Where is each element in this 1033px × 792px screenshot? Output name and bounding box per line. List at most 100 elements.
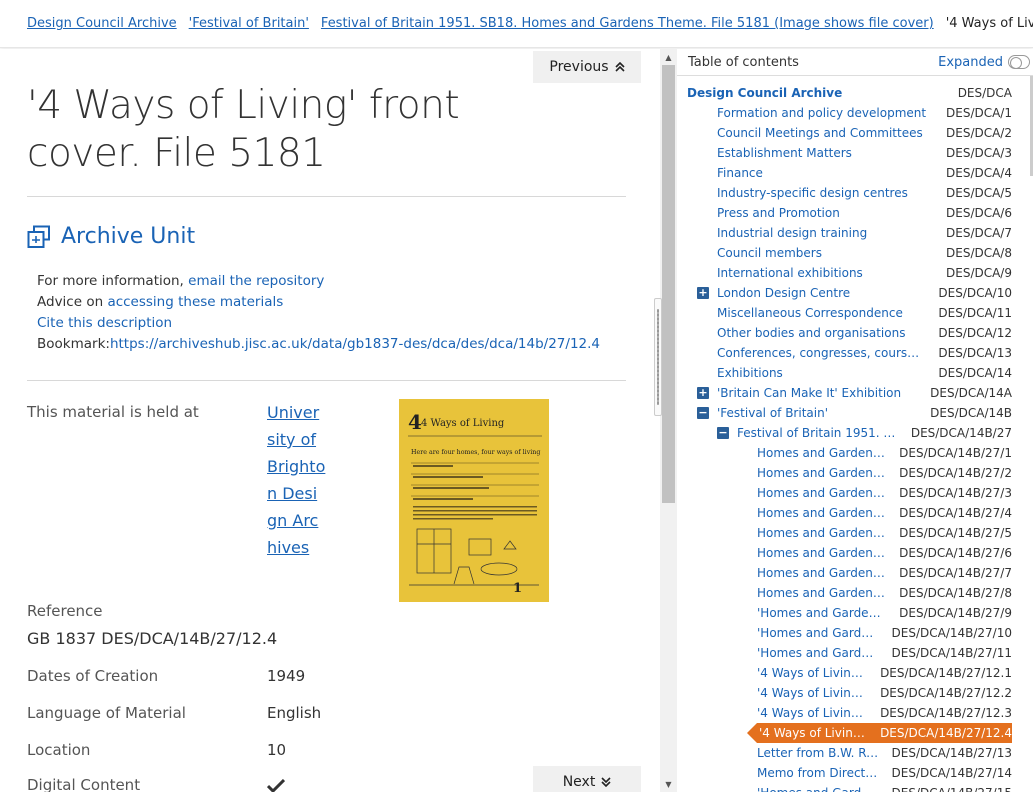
toc-item[interactable]: Miscellaneous Correspondence DES/DCA/11	[717, 303, 1012, 323]
toc-expanded-label[interactable]: Expanded	[938, 55, 1003, 70]
next-label: Next	[562, 774, 596, 790]
toc-item[interactable]: 'Homes and Gardens' ... DES/DCA/14B/27/9	[757, 603, 1012, 623]
toc-item[interactable]: 'Homes and Garden... DES/DCA/14B/27/15	[757, 783, 1012, 792]
toc-item-label: Establishment Matters	[717, 146, 852, 160]
toc-item-reference: DES/DCA/14B/27/6	[899, 546, 1012, 560]
toc-item[interactable]: Finance DES/DCA/4	[717, 163, 1012, 183]
toc-item-label: Council members	[717, 246, 822, 260]
scroll-up-arrow-icon[interactable]: ▲	[660, 49, 677, 65]
reference-value: GB 1837 DES/DCA/14B/27/12.4	[27, 629, 278, 648]
toc-item-reference: DES/DCA/14B/27/3	[899, 486, 1012, 500]
toc-item[interactable]: Other bodies and organisations DES/DCA/12	[717, 323, 1012, 343]
toc-item-reference: DES/DCA/14B/27/13	[891, 746, 1012, 760]
next-button[interactable]: Next	[533, 766, 641, 792]
toc-item[interactable]: Letter from B.W. Ro... DES/DCA/14B/27/13	[757, 743, 1012, 763]
toc-item[interactable]: '4 Ways of Living' ... DES/DCA/14B/27/12.…	[757, 663, 1012, 683]
section-heading: Archive Unit	[27, 224, 195, 249]
toc-item-label: Industry-specific design centres	[717, 186, 908, 200]
toc-item-label: Homes and Gardens: ...	[757, 566, 887, 580]
toc-item[interactable]: Homes and Gardens: '... DES/DCA/14B/27/8	[757, 583, 1012, 603]
toc-item-label: Press and Promotion	[717, 206, 840, 220]
toc-item[interactable]: Festival of Britain 1951. SB... DES/DCA/1…	[737, 423, 1012, 443]
toc-item-label: Homes and Gardens: '...	[757, 506, 887, 520]
toc-item-label: Miscellaneous Correspondence	[717, 306, 903, 320]
toc-item[interactable]: Homes and Gardens: ... DES/DCA/14B/27/2	[757, 463, 1012, 483]
toc-item-label: '4 Ways of Living' ...	[757, 666, 868, 680]
toc-item-label: Festival of Britain 1951. SB...	[737, 426, 899, 440]
accessing-materials-link[interactable]: accessing these materials	[107, 294, 283, 310]
toc-item-reference: DES/DCA/4	[946, 166, 1012, 180]
toc-item[interactable]: Memo from Directo... DES/DCA/14B/27/14	[757, 763, 1012, 783]
toc-item[interactable]: Homes and Gardens: ... DES/DCA/14B/27/5	[757, 523, 1012, 543]
toc-item[interactable]: Exhibitions DES/DCA/14	[717, 363, 1012, 383]
toc-item[interactable]: 'Homes and Garden... DES/DCA/14B/27/11	[757, 643, 1012, 663]
toc-item[interactable]: Homes and Gardens: '... DES/DCA/14B/27/4	[757, 503, 1012, 523]
toc-item-reference: DES/DCA/14B/27/5	[899, 526, 1012, 540]
toc-item[interactable]: 'Homes and Garden... DES/DCA/14B/27/10	[757, 623, 1012, 643]
toc-item-reference: DES/DCA/14B/27	[910, 426, 1012, 440]
toc-item[interactable]: London Design Centre DES/DCA/10	[717, 283, 1012, 303]
toc-item-label: London Design Centre	[717, 286, 851, 300]
cover-subtitle: Here are four homes, four ways of living	[411, 449, 540, 456]
toc-title: Table of contents	[688, 54, 799, 70]
toc-item[interactable]: International exhibitions DES/DCA/9	[717, 263, 1012, 283]
toc-item[interactable]: 'Britain Can Make It' Exhibition DES/DCA/…	[717, 383, 1012, 403]
main-scrollbar[interactable]: ▲ ▼	[660, 49, 677, 792]
scroll-down-arrow-icon[interactable]: ▼	[660, 776, 677, 792]
toc-item[interactable]: Press and Promotion DES/DCA/6	[717, 203, 1012, 223]
breadcrumb-link-festival[interactable]: 'Festival of Britain'	[189, 16, 309, 31]
toc-item-reference: DES/DCA/14B/27/11	[891, 646, 1012, 660]
toc-item-reference: DES/DCA/12	[938, 326, 1012, 340]
file-cover-image[interactable]: 4 4 Ways of Living Here are four homes, …	[399, 399, 549, 602]
cover-number: 1	[513, 581, 522, 596]
email-repository-link[interactable]: email the repository	[188, 273, 324, 289]
collapse-minus-icon[interactable]: −	[697, 407, 709, 419]
toc-item[interactable]: Conferences, congresses, courses ... DES/…	[717, 343, 1012, 363]
previous-button[interactable]: Previous	[533, 51, 641, 83]
main-content: Previous '4 Ways of Living' front cover.…	[0, 49, 660, 792]
toc-item[interactable]: Industry-specific design centres DES/DCA/…	[717, 183, 1012, 203]
breadcrumb-link-file[interactable]: Festival of Britain 1951. SB18. Homes an…	[321, 16, 934, 31]
toc-item-reference: DES/DCA/6	[946, 206, 1012, 220]
location-value: 10	[267, 741, 287, 759]
toc-item[interactable]: Council members DES/DCA/8	[717, 243, 1012, 263]
toc-item[interactable]: '4 Ways of Living' ... DES/DCA/14B/27/12.…	[757, 703, 1012, 723]
toc-item[interactable]: '4 Ways of Living' ... DES/DCA/14B/27/12.…	[757, 683, 1012, 703]
toc-item[interactable]: Design Council Archive DES/DCA	[687, 83, 1012, 103]
expand-plus-icon[interactable]: +	[697, 387, 709, 399]
toc-item[interactable]: 'Festival of Britain' DES/DCA/14B	[717, 403, 1012, 423]
toc-item-label: Conferences, congresses, courses ...	[717, 346, 926, 360]
breadcrumb-link-archive[interactable]: Design Council Archive	[27, 16, 177, 31]
toc-item[interactable]: Industrial design training DES/DCA/7	[717, 223, 1012, 243]
collapse-minus-icon[interactable]: −	[717, 427, 729, 439]
toc-item[interactable]: Homes and Gardens: ... DES/DCA/14B/27/7	[757, 563, 1012, 583]
toc-item-label: 'Festival of Britain'	[717, 406, 828, 420]
toc-item-label: 'Homes and Garden...	[757, 646, 880, 660]
pane-splitter-handle[interactable]	[654, 298, 662, 416]
double-chevron-up-icon	[615, 62, 625, 72]
toc-item[interactable]: Council Meetings and Committees DES/DCA/2	[717, 123, 1012, 143]
toc-item-label: Homes and Gardens: ...	[757, 446, 887, 460]
bookmark-url-link[interactable]: https://archiveshub.jisc.ac.uk/data/gb18…	[110, 336, 600, 352]
toc-item-label: 'Homes and Gardens' ...	[757, 606, 887, 620]
toc-item-reference: DES/DCA/2	[946, 126, 1012, 140]
dates-label: Dates of Creation	[27, 667, 159, 685]
toc-item[interactable]: Homes and Gardens: '... DES/DCA/14B/27/6	[757, 543, 1012, 563]
toc-item-reference: DES/DCA/14A	[930, 386, 1012, 400]
toc-expanded-toggle[interactable]	[1008, 55, 1030, 69]
scrollbar-thumb[interactable]	[662, 65, 675, 503]
toc-item[interactable]: Homes and Gardens: ... DES/DCA/14B/27/3	[757, 483, 1012, 503]
toc-item-reference: DES/DCA/13	[938, 346, 1012, 360]
toc-item-label: '4 Ways of Living' ...	[757, 686, 868, 700]
toc-item[interactable]: Establishment Matters DES/DCA/3	[717, 143, 1012, 163]
toc-item-reference: DES/DCA/14B/27/9	[899, 606, 1012, 620]
toc-item-reference: DES/DCA/14B/27/8	[899, 586, 1012, 600]
toc-item[interactable]: Formation and policy development DES/DCA/…	[717, 103, 1012, 123]
toc-item-reference: DES/DCA/14B/27/12.1	[880, 666, 1012, 680]
toc-item-current[interactable]: '4 Ways of Living' ... DES/DCA/14B/27/12.…	[747, 723, 1012, 743]
cite-description-link[interactable]: Cite this description	[37, 315, 172, 331]
expand-plus-icon[interactable]: +	[697, 287, 709, 299]
toc-item[interactable]: Homes and Gardens: ... DES/DCA/14B/27/1	[757, 443, 1012, 463]
more-info-block: For more information, email the reposito…	[37, 271, 600, 355]
held-at-link[interactable]: University of Brighton Design Archives	[267, 399, 327, 561]
